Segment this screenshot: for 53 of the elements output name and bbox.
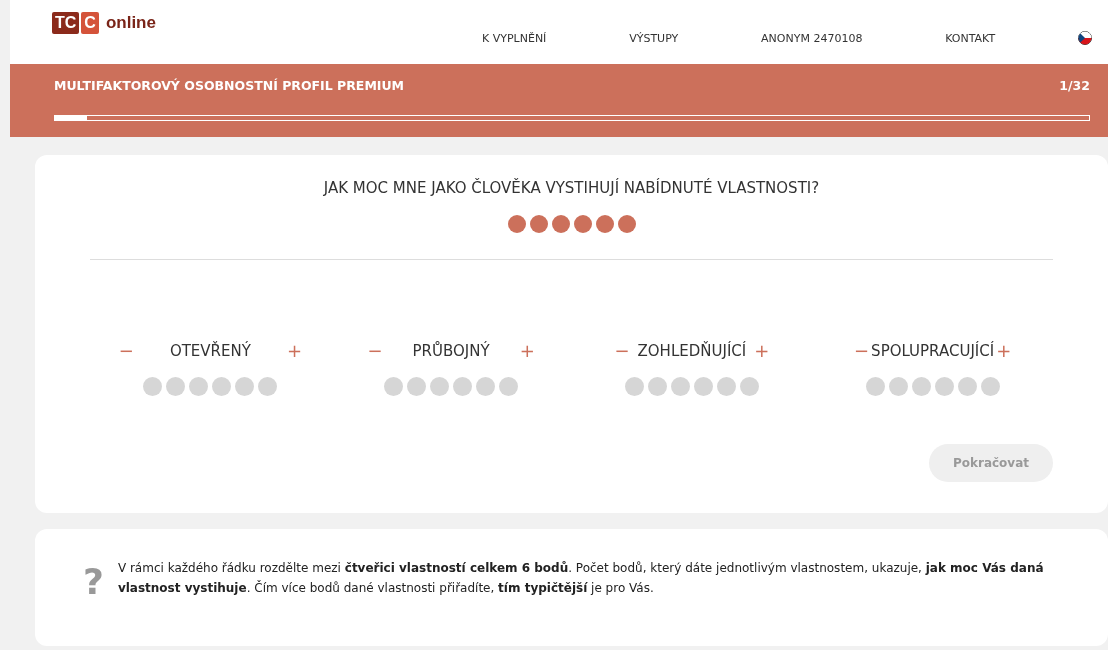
point-dot [258,377,278,396]
point-dot [189,377,209,396]
minus-button[interactable]: − [367,340,383,361]
help-icon: ? [83,561,104,602]
point-dot [476,377,496,396]
point-dot [693,377,713,396]
point-dot [617,215,636,233]
point-dot [647,377,667,396]
nav-link[interactable]: KONTAKT [945,31,996,45]
point-dot [384,377,404,396]
point-dot [430,377,450,396]
test-title: MULTIFAKTOROVÝ OSOBNOSTNÍ PROFIL PREMIUM [54,78,405,93]
point-dot [595,215,614,233]
point-dot [529,215,548,233]
point-dot [507,215,526,233]
point-dot [957,377,977,396]
point-dot [980,377,1000,396]
point-dot [551,215,570,233]
plus-button[interactable]: + [996,340,1012,361]
plus-button[interactable]: + [519,340,535,361]
point-dot [235,377,255,396]
point-dot [934,377,954,396]
logo: TC C online [52,12,462,34]
point-dot [739,377,759,396]
minus-button[interactable]: − [854,340,870,361]
point-dot [865,377,885,396]
point-dot [573,215,592,233]
point-dot [911,377,931,396]
point-dot [166,377,186,396]
question-title: JAK MOC MNE JAKO ČLOVĚKA VYSTIHUJÍ NABÍDNUTÉ VLASTNOSTI? [323,179,820,197]
nav-link[interactable]: K VYPLNĚNÍ [482,31,547,45]
minus-button[interactable]: − [614,340,630,361]
trait-label: ZOHLEDŇUJÍCÍ [637,341,747,360]
help-text: V rámci každého řádku rozdělte mezi čtveřici vlastností celkem 6 bodů. Počet bodů, který dáte jednotlivým vlastnostem, ukazuje, jak moc Vás daná vlastnost vystihuje. Čím více bodů dané vlastnosti přiřadíte, tím typičtější je pro Vás. [117,560,1045,597]
point-dot [624,377,644,396]
point-dot [499,377,519,396]
point-dot [670,377,690,396]
page-counter: 1/32 [1059,78,1090,93]
trait-label: OTEVŘENÝ [169,341,251,360]
nav-link[interactable]: VÝSTUPY [629,31,679,45]
minus-button[interactable]: − [118,340,134,361]
point-dot [888,377,908,396]
nav-link[interactable]: ANONYM 2470108 [761,31,863,45]
point-dot [716,377,736,396]
point-dot [212,377,232,396]
trait-label: PRŮBOJNÝ [412,341,490,360]
flag-icon[interactable] [1078,31,1092,45]
trait-label: SPOLUPRACUJÍCÍ [871,341,995,360]
point-dot [143,377,163,396]
plus-button[interactable]: + [286,340,302,361]
plus-button[interactable]: + [754,340,770,361]
point-dot [453,377,473,396]
point-dot [407,377,427,396]
